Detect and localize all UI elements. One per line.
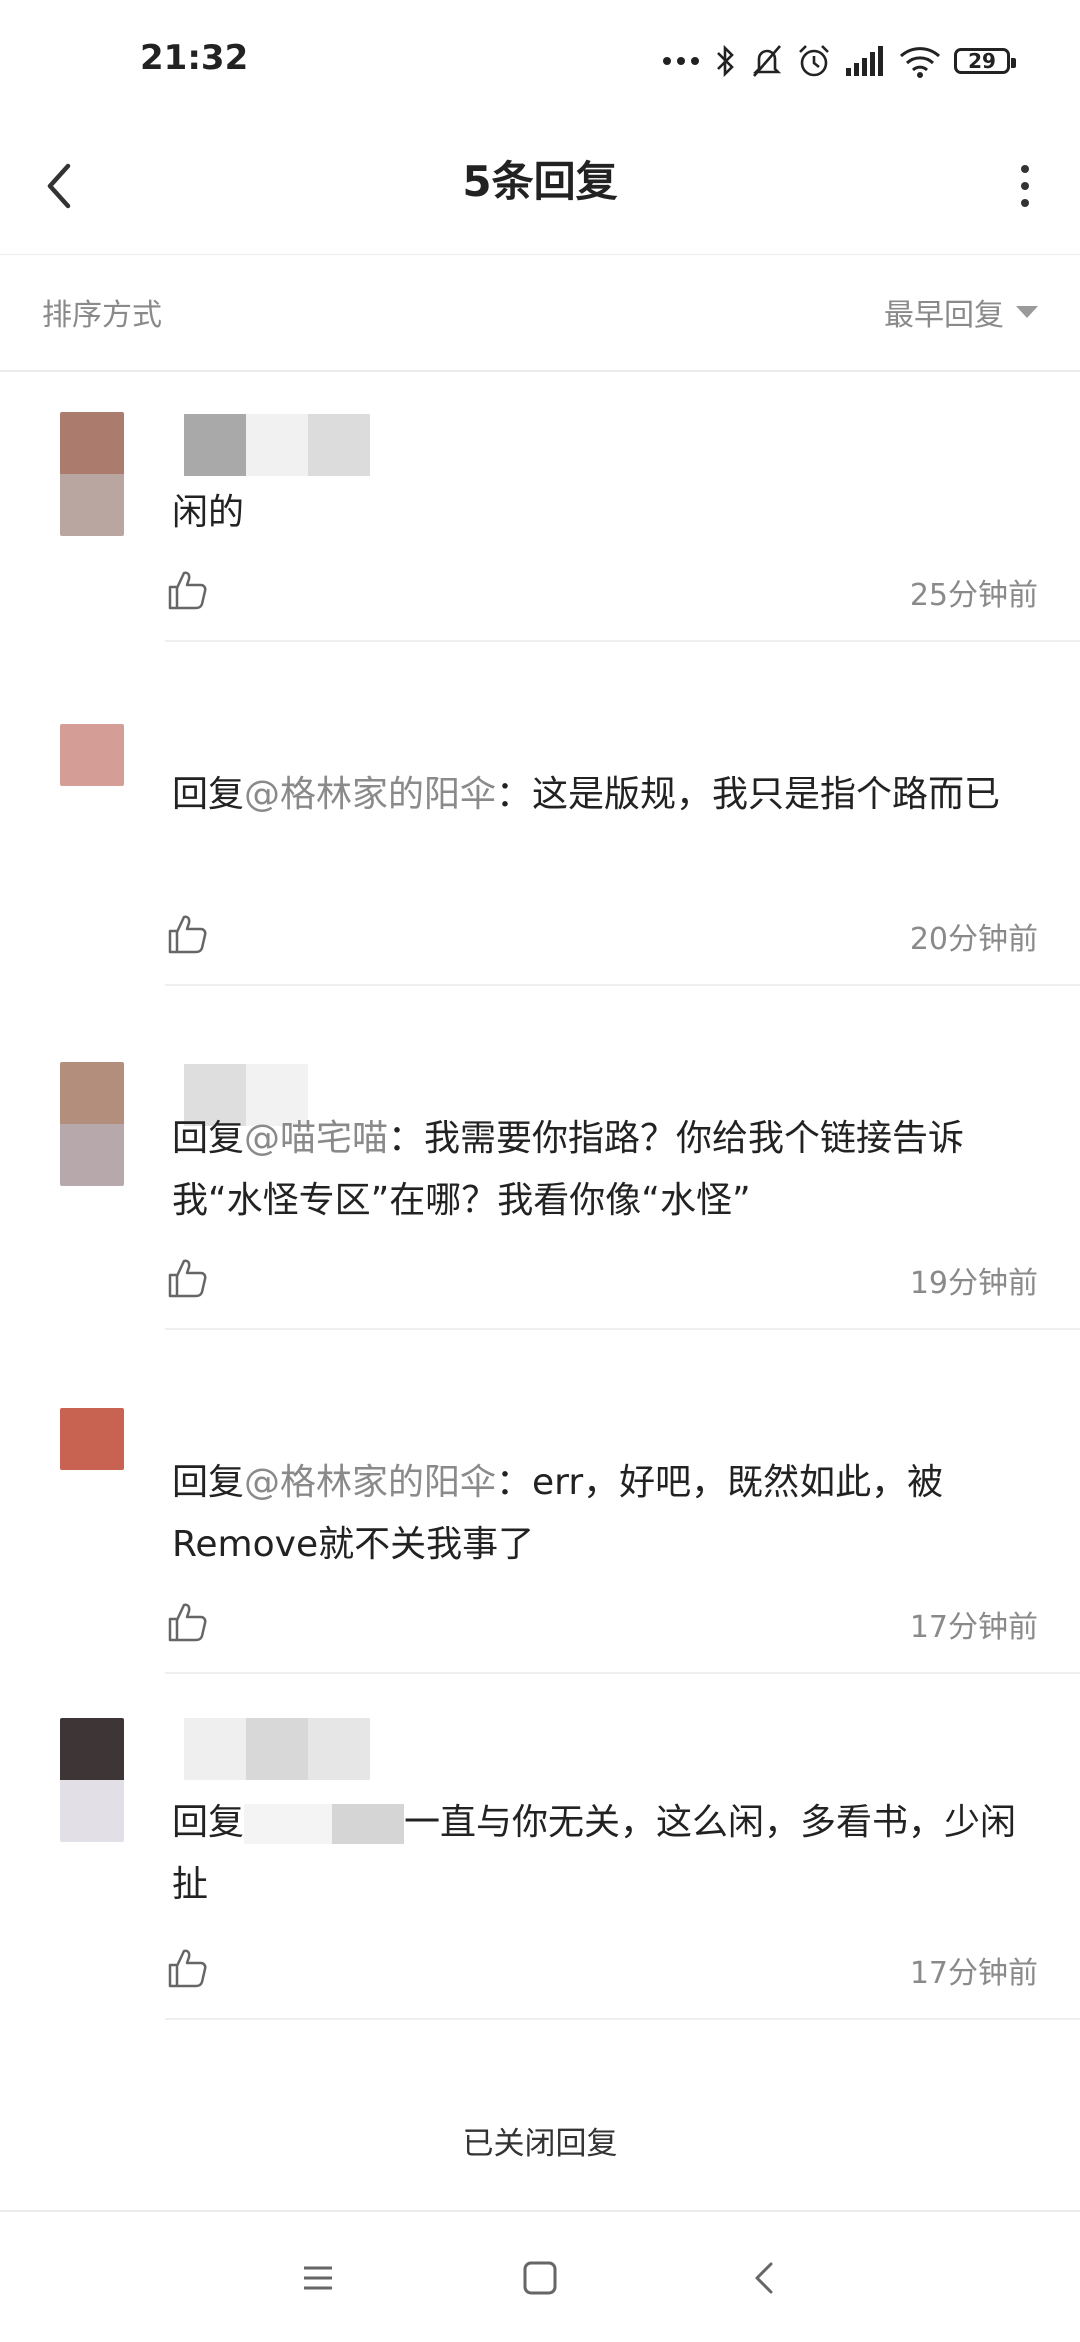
reply-prefix: 回复 xyxy=(172,774,245,815)
system-nav-bar xyxy=(0,2210,1080,2342)
comment-body: 闲的 xyxy=(172,492,245,533)
more-dots-icon xyxy=(663,57,699,65)
bluetooth-icon xyxy=(717,44,734,78)
comment-time: 19分钟前 xyxy=(909,1266,1038,1301)
status-bar: 21:32 29 xyxy=(0,0,1080,120)
like-thumb-icon[interactable] xyxy=(165,1256,209,1300)
avatar[interactable] xyxy=(60,1408,124,1470)
comment-item: 回复@喵宅喵：我需要你指路？你给我个链接告诉我“水怪专区”在哪？我看你像“水怪”… xyxy=(0,1060,1080,1404)
replies-closed-notice: 已关闭回复 xyxy=(462,2126,618,2162)
avatar[interactable] xyxy=(60,724,124,786)
header-bar: 5条回复 xyxy=(0,120,1080,255)
battery-level: 29 xyxy=(968,49,996,73)
divider xyxy=(165,640,1080,642)
avatar[interactable] xyxy=(60,1718,124,1842)
comment-time: 17分钟前 xyxy=(909,1610,1038,1645)
battery-icon: 29 xyxy=(954,48,1016,74)
status-time: 21:32 xyxy=(140,38,249,78)
comment-text: 闲的 xyxy=(172,482,1025,544)
status-icons: 29 xyxy=(662,36,1016,86)
username-blurred[interactable] xyxy=(184,414,370,476)
comment-time: 17分钟前 xyxy=(909,1956,1038,1991)
mute-bell-icon xyxy=(752,45,782,77)
reply-prefix: 回复 xyxy=(172,1802,245,1843)
comment-text: 回复 一直与你无关，这么闲，多看书，少闲扯 xyxy=(172,1792,1025,1916)
alarm-icon xyxy=(799,45,829,77)
comment-item: 回复 一直与你无关，这么闲，多看书，少闲扯 17分钟前 xyxy=(0,1716,1080,2060)
mention-blurred xyxy=(244,1804,405,1844)
mention-link[interactable]: @格林家的阳伞 xyxy=(244,774,496,815)
comment-item: 回复@格林家的阳伞：err，好吧，既然如此，被Remove就不关我事了 17分钟… xyxy=(0,1404,1080,1748)
menu-lines-icon[interactable] xyxy=(296,2256,340,2300)
divider xyxy=(165,1328,1080,1330)
like-thumb-icon[interactable] xyxy=(165,568,209,612)
comment-item: 闲的 25分钟前 xyxy=(0,372,1080,716)
sort-value: 最早回复 xyxy=(884,298,1004,333)
signal-icon xyxy=(846,46,883,76)
divider xyxy=(165,1672,1080,1674)
sort-label: 排序方式 xyxy=(42,298,162,333)
wifi-icon xyxy=(899,47,941,78)
comment-text: 回复@格林家的阳伞：这是版规，我只是指个路而已 xyxy=(172,764,1025,826)
comment-text: 回复@喵宅喵：我需要你指路？你给我个链接告诉我“水怪专区”在哪？我看你像“水怪” xyxy=(172,1108,1025,1232)
divider xyxy=(165,2018,1080,2020)
more-options-icon[interactable] xyxy=(1010,156,1040,216)
like-thumb-icon[interactable] xyxy=(165,912,209,956)
avatar[interactable] xyxy=(60,412,124,536)
comment-time: 25分钟前 xyxy=(909,578,1038,613)
avatar[interactable] xyxy=(60,1062,124,1186)
like-thumb-icon[interactable] xyxy=(165,1600,209,1644)
mention-link[interactable]: @喵宅喵 xyxy=(244,1118,388,1159)
reply-prefix: 回复 xyxy=(172,1118,245,1159)
reply-prefix: 回复 xyxy=(172,1462,245,1503)
home-square-icon[interactable] xyxy=(518,2256,562,2300)
comment-body: ：这是版规，我只是指个路而已 xyxy=(496,774,1001,815)
back-chevron-icon[interactable] xyxy=(744,2256,788,2300)
divider xyxy=(165,984,1080,986)
comment-item: 回复@格林家的阳伞：这是版规，我只是指个路而已 20分钟前 xyxy=(0,716,1080,1060)
sort-dropdown[interactable]: 最早回复 xyxy=(884,290,1038,334)
dropdown-triangle-icon xyxy=(1016,306,1038,318)
like-thumb-icon[interactable] xyxy=(165,1946,209,1990)
mention-link[interactable]: @格林家的阳伞 xyxy=(244,1462,496,1503)
username-blurred[interactable] xyxy=(184,1718,370,1780)
comment-text: 回复@格林家的阳伞：err，好吧，既然如此，被Remove就不关我事了 xyxy=(172,1452,1025,1576)
comment-time: 20分钟前 xyxy=(909,922,1038,957)
sort-bar: 排序方式 最早回复 xyxy=(0,254,1080,372)
page-title: 5条回复 xyxy=(462,157,618,206)
